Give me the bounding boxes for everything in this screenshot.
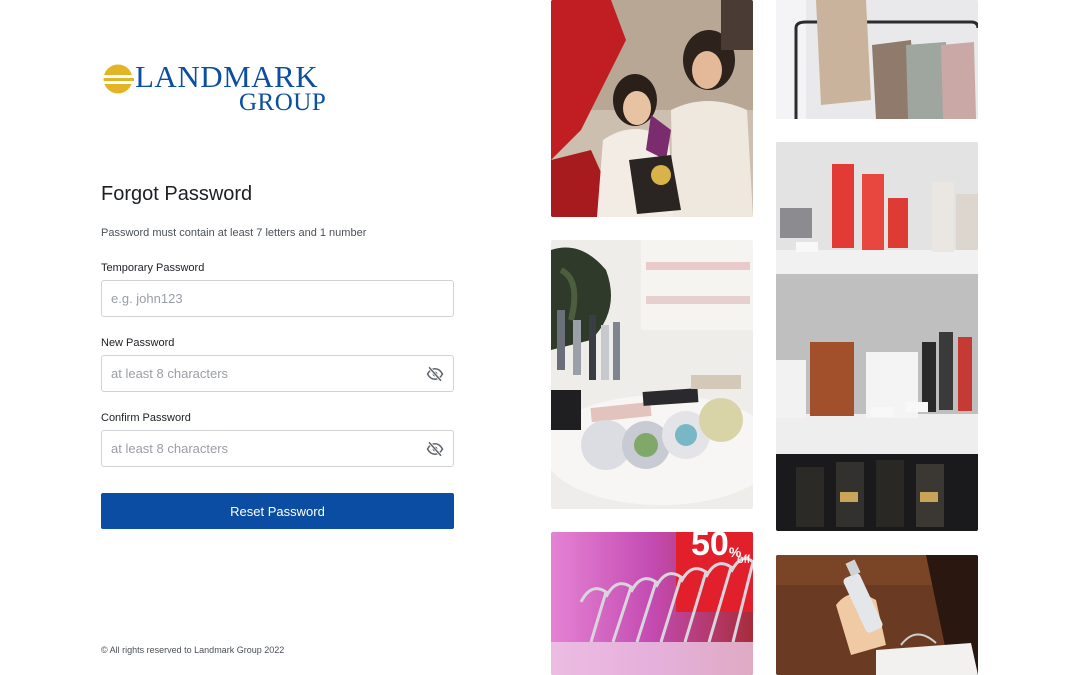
logo-subtitle: GROUP bbox=[239, 89, 327, 116]
temporary-password-input[interactable] bbox=[102, 281, 453, 316]
confirm-password-input[interactable] bbox=[102, 431, 453, 466]
perfume-bottle-bag-photo bbox=[776, 555, 978, 675]
login-page: LANDMARK GROUP Forgot Password Password … bbox=[0, 0, 1080, 675]
beauty-products-shelf-photo bbox=[776, 142, 978, 531]
page-title: Forgot Password bbox=[101, 183, 253, 205]
logo-emblem-icon bbox=[103, 64, 134, 94]
temporary-password-label: Temporary Password bbox=[101, 262, 205, 274]
sale-hangers-photo: 50% off bbox=[551, 532, 753, 675]
confirm-password-field bbox=[101, 430, 454, 467]
new-password-label: New Password bbox=[101, 337, 175, 349]
eye-off-icon[interactable] bbox=[426, 440, 444, 458]
copyright-footer: © All rights reserved to Landmark Group … bbox=[101, 645, 285, 655]
sale-badge-off: off bbox=[737, 552, 751, 566]
landmark-logo: LANDMARK GROUP bbox=[102, 60, 342, 120]
eye-off-icon[interactable] bbox=[426, 365, 444, 383]
cosmetics-display-table-photo bbox=[551, 240, 753, 509]
shoppers-browsing-clothes-photo bbox=[551, 0, 753, 217]
sale-badge-value: 50 bbox=[691, 532, 729, 563]
sale-badge: 50% bbox=[691, 532, 741, 564]
confirm-password-label: Confirm Password bbox=[101, 412, 191, 424]
clothes-on-rack-photo bbox=[776, 0, 978, 119]
temporary-password-field bbox=[101, 280, 454, 317]
new-password-input[interactable] bbox=[102, 356, 453, 391]
reset-password-button[interactable]: Reset Password bbox=[101, 493, 454, 529]
password-hint: Password must contain at least 7 letters… bbox=[101, 227, 367, 239]
new-password-field bbox=[101, 355, 454, 392]
